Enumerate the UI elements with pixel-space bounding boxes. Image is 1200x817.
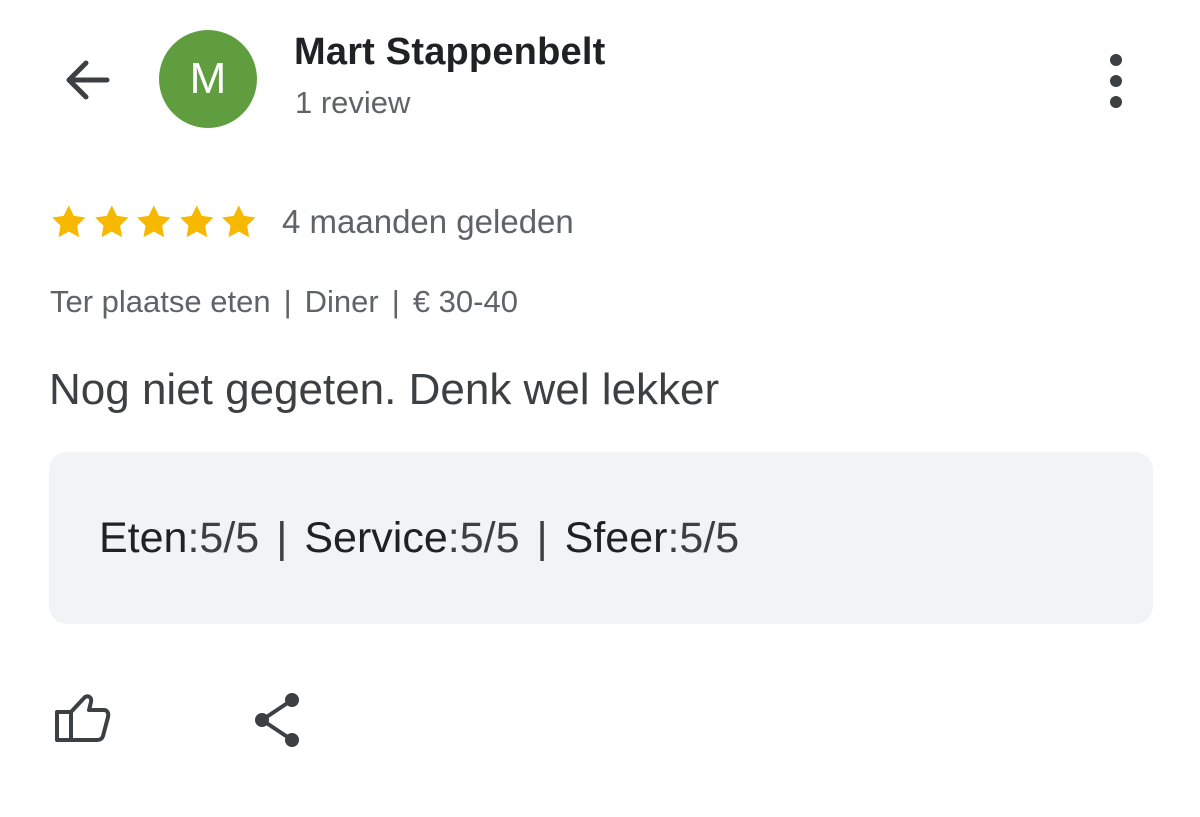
sub-ratings-line: Eten: 5/5 | Service: 5/5 | Sfeer: 5/5 (99, 512, 739, 564)
rating-row: 4 maanden geleden (48, 196, 574, 248)
meta-service-type: Ter plaatse eten (50, 284, 271, 319)
star-rating (48, 201, 260, 243)
rating-separator: | (276, 514, 288, 562)
star-icon (179, 205, 214, 238)
more-options-button[interactable] (1086, 46, 1146, 116)
rating-value-service: 5/5 (459, 514, 520, 562)
meta-meal-type: Diner (304, 284, 379, 319)
sub-ratings-box: Eten: 5/5 | Service: 5/5 | Sfeer: 5/5 (49, 452, 1153, 624)
star-icon (94, 205, 129, 238)
author-name[interactable]: Mart Stappenbelt (294, 30, 605, 74)
author-review-count: 1 review (295, 85, 411, 120)
avatar-letter: M (189, 54, 227, 103)
author-avatar[interactable]: M (159, 30, 257, 128)
star-icon (137, 205, 171, 238)
share-icon (255, 693, 299, 747)
meta-separator: | (283, 284, 292, 319)
rating-colon: : (447, 514, 460, 562)
rating-label-food: Eten (99, 514, 188, 562)
meta-price-range: € 30-40 (412, 284, 518, 319)
rating-colon: : (187, 514, 200, 562)
thumbs-up-icon (55, 694, 111, 742)
rating-separator: | (536, 514, 548, 562)
arrow-back-icon (66, 60, 110, 100)
rating-value-food: 5/5 (199, 514, 260, 562)
more-vert-icon (1110, 54, 1122, 108)
review-text: Nog niet gegeten. Denk wel lekker (49, 365, 720, 414)
star-icon (52, 205, 86, 238)
share-button[interactable] (244, 686, 308, 754)
like-button[interactable] (48, 684, 116, 752)
back-button[interactable] (56, 52, 116, 108)
rating-label-service: Service (304, 514, 448, 562)
review-meta: Ter plaatse eten | Diner | € 30-40 (50, 282, 518, 322)
rating-label-atmosphere: Sfeer (564, 514, 668, 562)
meta-separator: | (391, 284, 400, 319)
review-date: 4 maanden geleden (282, 203, 574, 240)
rating-colon: : (667, 514, 680, 562)
rating-value-atmosphere: 5/5 (679, 514, 740, 562)
star-icon (222, 205, 256, 238)
